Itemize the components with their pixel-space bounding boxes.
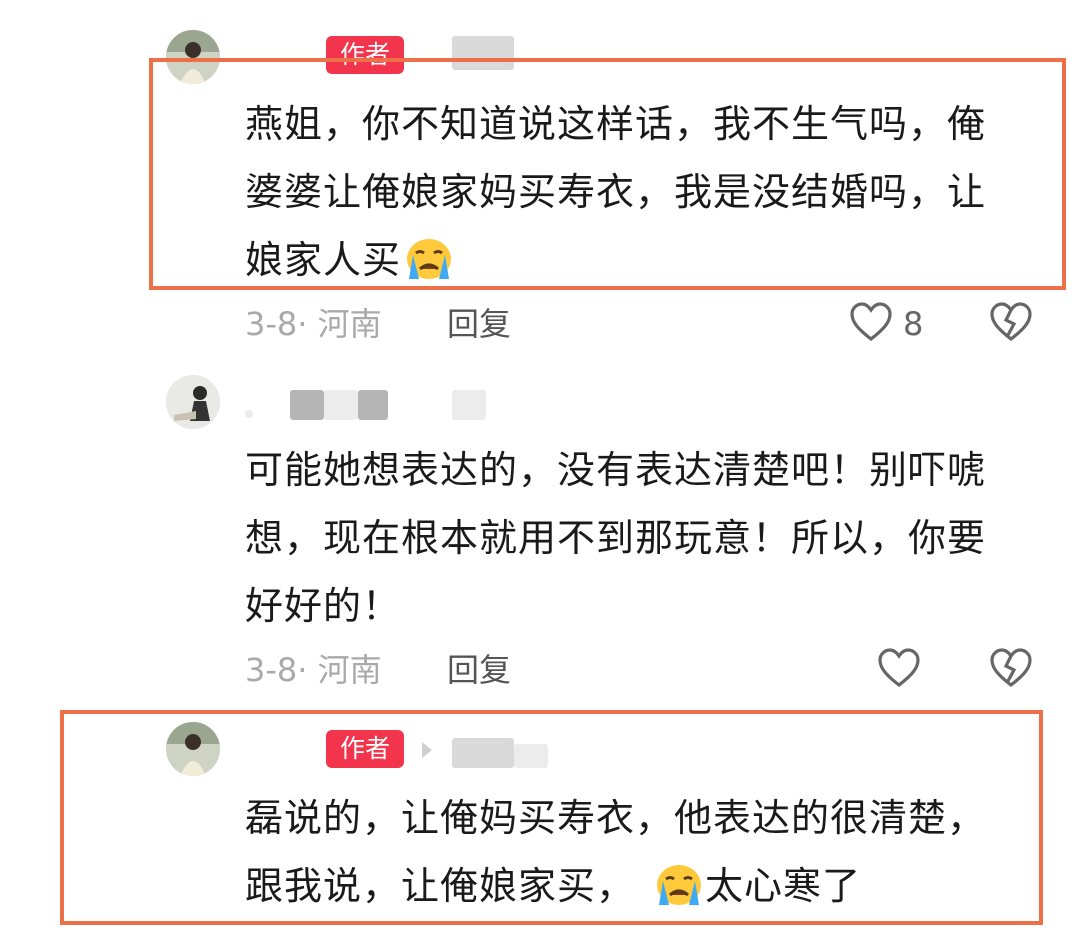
comment-line-text: 跟我说，让俺娘家买，: [245, 864, 636, 908]
like-count: 8: [903, 305, 924, 343]
comment-date-location: 3-8· 河南: [245, 305, 382, 343]
reply-button[interactable]: 回复: [447, 650, 511, 690]
blurred-username: [324, 390, 358, 420]
comment-text: 燕姐，你不知道说这样话，我不生气吗，俺 婆婆让俺娘家妈买寿衣，我是没结婚吗，让 …: [245, 90, 1035, 302]
broken-heart-icon[interactable]: [988, 647, 1034, 693]
author-badge: 作者: [326, 730, 405, 768]
comment-line: 婆婆让俺娘家妈买寿衣，我是没结婚吗，让: [245, 170, 987, 214]
heart-outline-icon[interactable]: [876, 647, 922, 693]
comment-line: 磊说的，让俺妈买寿衣，他表达的很清楚，: [245, 796, 987, 840]
blurred-username: [290, 390, 324, 420]
comment-line: 娘家人买: [245, 226, 1035, 302]
comment-line: 跟我说，让俺娘家买， 太心寒了: [245, 852, 1035, 928]
blurred-username: [358, 390, 388, 420]
reply-button[interactable]: 回复: [447, 304, 511, 344]
blurred-username: [245, 410, 253, 418]
comment-text: 磊说的，让俺妈买寿衣，他表达的很清楚， 跟我说，让俺娘家买， 太心寒了: [245, 784, 1035, 928]
avatar-photo: [166, 722, 220, 776]
comment-line-text: 太心寒了: [705, 864, 862, 908]
chevron-right-icon: [420, 740, 434, 764]
comment-line: 想，现在根本就用不到那玩意！所以，你要: [245, 516, 987, 560]
crying-face-emoji: [403, 234, 455, 302]
blurred-username: [452, 390, 486, 420]
comment-text: 可能她想表达的，没有表达清楚吧！别吓唬 想，现在根本就用不到那玩意！所以，你要 …: [245, 436, 1035, 640]
comment-line: 燕姐，你不知道说这样话，我不生气吗，俺: [245, 102, 987, 146]
avatar[interactable]: [166, 375, 220, 429]
comment-line: 可能她想表达的，没有表达清楚吧！别吓唬: [245, 448, 987, 492]
broken-heart-icon[interactable]: [988, 301, 1034, 347]
blurred-username: [452, 738, 514, 768]
comment-line-text: 娘家人买: [245, 238, 402, 282]
avatar[interactable]: [166, 722, 220, 776]
blurred-username: [514, 744, 548, 768]
crying-face-emoji: [653, 860, 705, 928]
comment-date-location: 3-8· 河南: [245, 651, 382, 689]
comment-line: 好好的！: [245, 584, 402, 628]
heart-outline-icon[interactable]: [848, 301, 894, 347]
avatar-photo: [166, 375, 220, 429]
